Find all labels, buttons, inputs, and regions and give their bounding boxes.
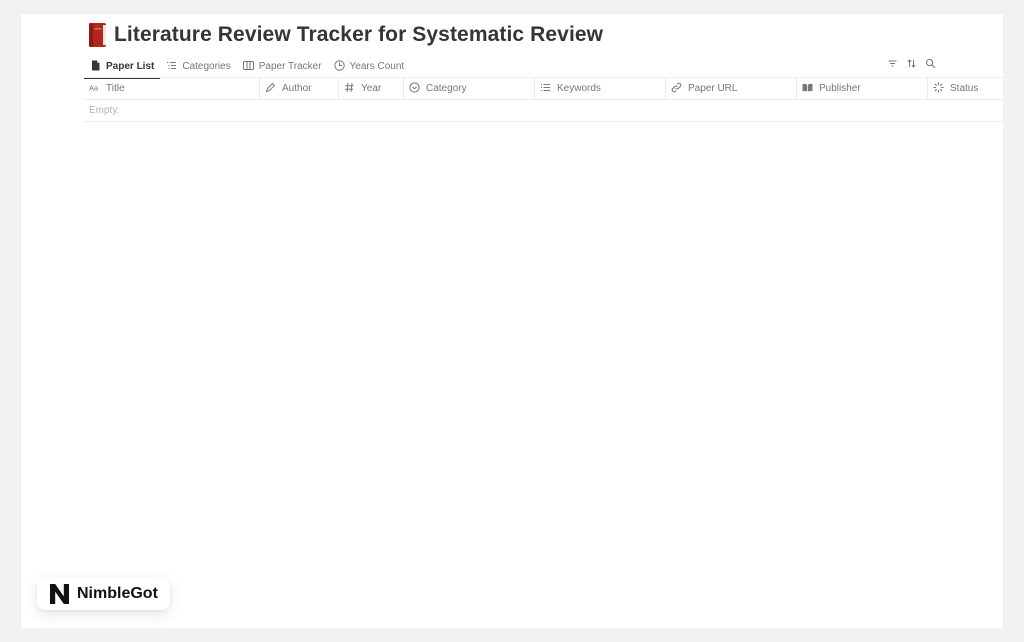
clock-chart-icon [333,59,345,74]
pencil-icon [265,82,276,96]
column-label: Title [106,83,125,94]
document-icon [90,60,101,74]
column-label: Keywords [557,83,601,94]
column-header-title[interactable]: Aa Title [84,78,260,99]
tab-label: Years Count [349,61,405,72]
filter-icon[interactable] [887,58,898,69]
nimblegot-logo [48,583,71,605]
column-header-category[interactable]: Category [404,78,535,99]
search-icon[interactable] [925,58,936,69]
multi-select-icon [540,82,551,96]
column-label: Author [282,83,312,94]
svg-text:Aa: Aa [89,83,99,92]
tab-label: Paper Tracker [258,61,322,72]
tab-label: Paper List [106,61,155,72]
column-label: Category [426,83,467,94]
column-label: Paper URL [688,83,738,94]
column-header-paper-url[interactable]: Paper URL [666,78,797,99]
nimblegot-badge[interactable]: NimbleGot [37,578,170,610]
column-label: Publisher [819,83,861,94]
text-property-icon: Aa [89,82,100,96]
tab-categories[interactable]: Categories [160,55,236,78]
number-icon [344,82,355,96]
tab-paper-list[interactable]: Paper List [84,55,161,79]
sort-icon[interactable] [906,58,917,69]
column-header-keywords[interactable]: Keywords [535,78,666,99]
table-header: Aa Title Author Year Category Keywords P… [84,78,1003,100]
paper-table: Aa Title Author Year Category Keywords P… [84,77,1003,122]
column-header-publisher[interactable]: Publisher [797,78,928,99]
open-book-icon [802,82,813,96]
tab-label: Categories [182,61,231,72]
column-label: Status [950,83,979,94]
view-toolbar [887,58,936,69]
column-header-year[interactable]: Year [339,78,404,99]
column-header-author[interactable]: Author [260,78,339,99]
select-icon [409,81,420,96]
column-header-status[interactable]: Status [928,78,1003,99]
red-book-icon [86,22,110,48]
page-frame: Literature Review Tracker for Systematic… [21,14,1003,628]
status-icon [933,81,944,96]
column-label: Year [361,83,382,94]
page-title: Literature Review Tracker for Systematic… [114,23,604,46]
empty-table-message: Empty. [84,100,1003,122]
board-icon [242,60,254,74]
view-tabs: Paper List Categories Paper Tracker Year… [84,55,411,79]
page-header: Literature Review Tracker for Systematic… [86,20,603,50]
tab-paper-tracker[interactable]: Paper Tracker [237,55,328,78]
brand-name: NimbleGot [77,585,158,602]
link-icon [671,82,682,96]
tab-years-count[interactable]: Years Count [328,55,411,78]
list-icon [166,60,177,74]
